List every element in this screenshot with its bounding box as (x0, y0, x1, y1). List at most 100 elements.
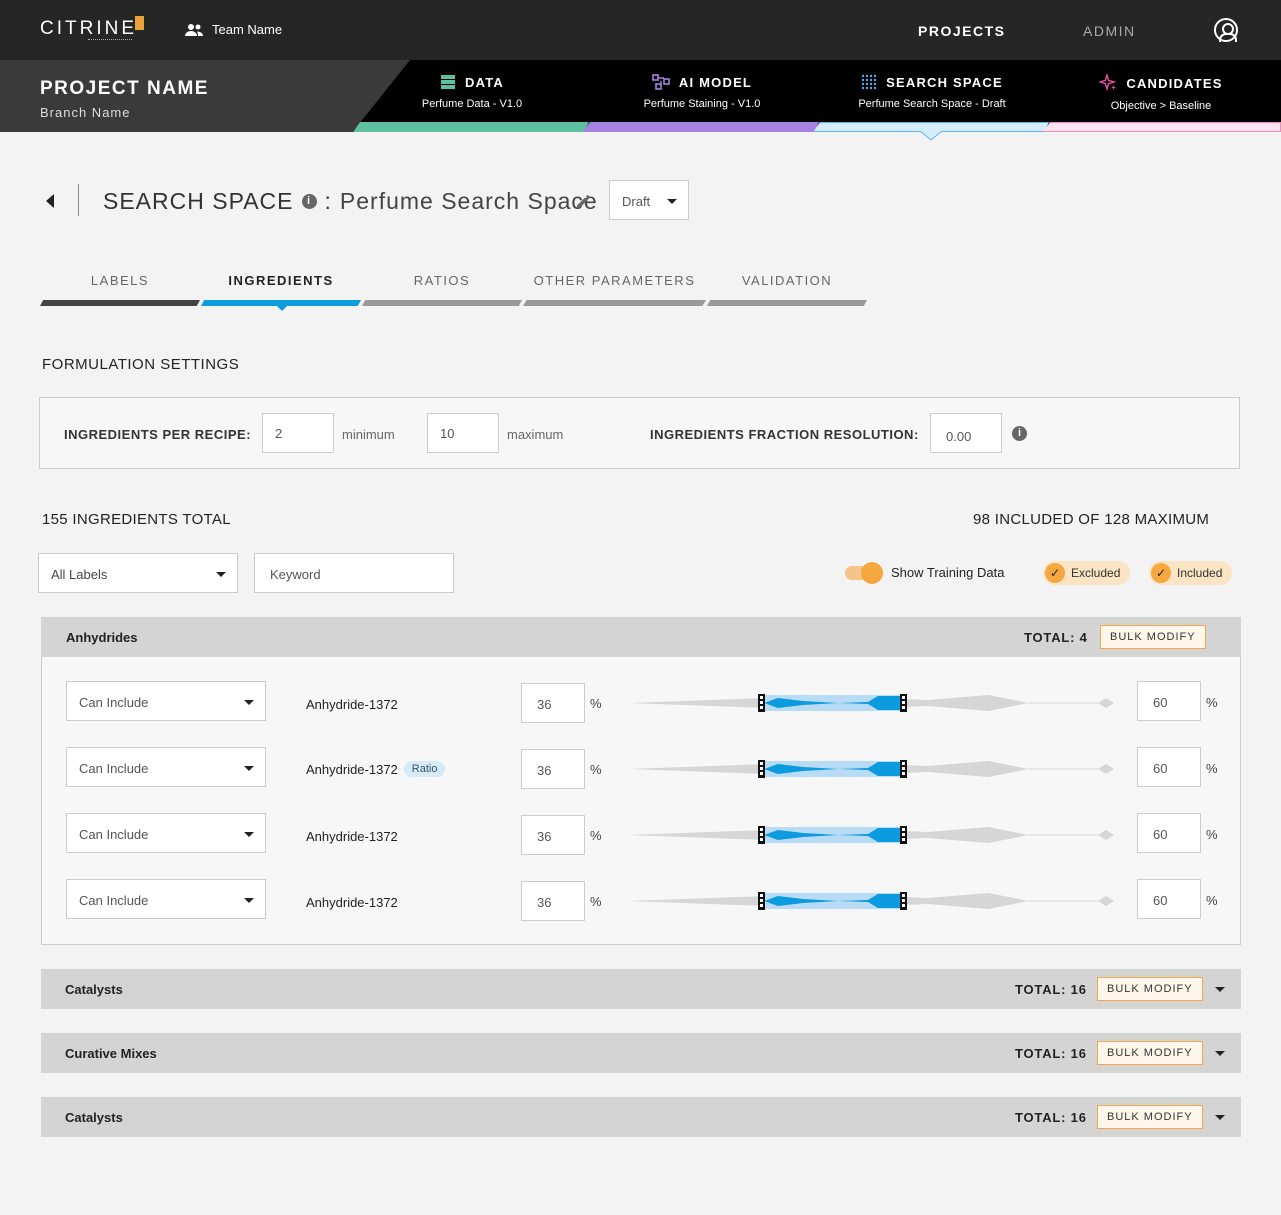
min-ingredients-input[interactable]: 2 (262, 413, 334, 453)
check-icon: ✓ (1045, 563, 1065, 583)
tab-ingredients[interactable]: INGREDIENTS (201, 273, 361, 288)
group-name: Catalysts (65, 982, 123, 997)
tab-underline-other-parameters (523, 300, 706, 306)
step-search-space[interactable]: SEARCH SPACE Perfume Search Space - Draf… (817, 74, 1047, 111)
group-header-anhydrides[interactable]: Anhydrides TOTAL: 4 BULK MODIFY (41, 617, 1241, 657)
chevron-down-icon[interactable] (1215, 987, 1225, 992)
page-title-name: Perfume Search Space (339, 188, 598, 214)
info-icon[interactable]: i (301, 194, 317, 209)
group-body-anhydrides: Can Include Anhydride-1372 36 % 60 % Can… (41, 657, 1241, 945)
included-label: Included (1177, 566, 1223, 580)
chevron-down-icon (244, 700, 254, 705)
formulation-settings-panel: INGREDIENTS PER RECIPE: 2 minimum 10 max… (39, 397, 1240, 469)
include-mode-value: Can Include (79, 827, 149, 842)
max-percent-input[interactable]: 60 (1137, 813, 1201, 853)
group-name: Anhydrides (66, 630, 138, 645)
min-percent-input[interactable]: 36 (521, 815, 585, 855)
include-mode-select[interactable]: Can Include (66, 747, 266, 787)
project-step-bar: PROJECT NAME Branch Name DATA Perfume Da… (0, 60, 1281, 132)
step-candidates[interactable]: CANDIDATES Objective > Baseline (1046, 74, 1276, 112)
range-slider[interactable] (628, 692, 1116, 714)
logo-tagline (88, 39, 132, 42)
percent-unit: % (1206, 827, 1218, 842)
bulk-modify-button[interactable]: BULK MODIFY (1097, 1041, 1203, 1065)
tab-labels[interactable]: LABELS (40, 273, 200, 288)
percent-unit: % (590, 762, 602, 777)
nav-admin[interactable]: ADMIN (1083, 23, 1136, 39)
group-header-catalysts-2[interactable]: Catalysts TOTAL: 16 BULK MODIFY (41, 1097, 1241, 1137)
back-icon[interactable] (46, 194, 54, 208)
excluded-legend-chip[interactable]: ✓ Excluded (1043, 561, 1131, 585)
chevron-down-icon (667, 199, 677, 204)
chevron-down-icon[interactable] (1215, 1051, 1225, 1056)
step-ai-model[interactable]: AI MODEL Perfume Staining - V1.0 (587, 74, 817, 110)
max-ingredients-input[interactable]: 10 (427, 413, 499, 453)
group-header-catalysts[interactable]: Catalysts TOTAL: 16 BULK MODIFY (41, 969, 1241, 1009)
status-select-value: Draft (622, 194, 651, 209)
labels-filter-select[interactable]: All Labels (38, 553, 238, 593)
group-header-curative-mixes[interactable]: Curative Mixes TOTAL: 16 BULK MODIFY (41, 1033, 1241, 1073)
ingredients-per-recipe-label: INGREDIENTS PER RECIPE: (64, 427, 252, 442)
bulk-modify-button[interactable]: BULK MODIFY (1097, 977, 1203, 1001)
nav-projects[interactable]: PROJECTS (918, 23, 1005, 39)
user-account-icon[interactable] (1214, 18, 1238, 42)
excluded-label: Excluded (1071, 566, 1121, 580)
data-icon (441, 75, 455, 89)
active-tab-pointer (276, 305, 288, 311)
included-count: 98 INCLUDED OF 128 MAXIMUM (973, 511, 1210, 528)
ingredient-name-text: Anhydride-1372 (306, 697, 398, 712)
min-percent-input[interactable]: 36 (521, 749, 585, 789)
max-percent-input[interactable]: 60 (1137, 879, 1201, 919)
tab-underline-ratios (362, 300, 522, 306)
include-mode-select[interactable]: Can Include (66, 813, 266, 853)
tab-underline-labels (40, 300, 200, 306)
min-percent-input[interactable]: 36 (521, 683, 585, 723)
show-training-data-toggle[interactable] (845, 562, 883, 584)
ai-model-icon (652, 74, 670, 90)
logo[interactable]: CITRINE (40, 18, 137, 40)
keyword-search-input[interactable]: Keyword (254, 553, 454, 593)
labels-filter-value: All Labels (51, 567, 108, 582)
info-icon[interactable]: i (1012, 426, 1027, 441)
included-legend-chip[interactable]: ✓ Included (1149, 561, 1233, 585)
chevron-down-icon[interactable] (1215, 1115, 1225, 1120)
percent-unit: % (590, 894, 602, 909)
percent-unit: % (1206, 761, 1218, 776)
fraction-resolution-value-wrap: 01 (946, 447, 986, 452)
step-subtitle: Perfume Staining - V1.0 (643, 98, 761, 110)
fraction-resolution-input[interactable]: 0.00 01 (930, 413, 1002, 453)
step-data[interactable]: DATA Perfume Data - V1.0 (357, 74, 587, 111)
step-bar-data (353, 122, 589, 132)
max-percent-input[interactable]: 60 (1137, 747, 1201, 787)
range-slider[interactable] (628, 824, 1116, 846)
include-mode-select[interactable]: Can Include (66, 879, 266, 919)
max-percent-input[interactable]: 60 (1137, 681, 1201, 721)
page-title-separator: : (324, 188, 332, 214)
fraction-resolution-value: 0.00 (946, 429, 972, 444)
team-switcher[interactable]: Team Name (184, 22, 282, 37)
branch-name[interactable]: Branch Name (40, 105, 130, 120)
status-select[interactable]: Draft (609, 180, 689, 220)
bulk-modify-button[interactable]: BULK MODIFY (1100, 625, 1206, 649)
min-percent-input[interactable]: 36 (521, 881, 585, 921)
step-title: SEARCH SPACE (886, 74, 1003, 90)
edit-pencil-icon[interactable] (575, 192, 593, 210)
chevron-down-icon (244, 766, 254, 771)
include-mode-select[interactable]: Can Include (66, 681, 266, 721)
range-slider[interactable] (628, 758, 1116, 780)
search-space-icon (861, 74, 877, 90)
project-name[interactable]: PROJECT NAME (40, 78, 209, 100)
ingredient-name: Anhydride-1372 (306, 895, 398, 910)
ingredient-name-text: Anhydride-1372 (306, 829, 398, 844)
percent-unit: % (1206, 893, 1218, 908)
range-slider[interactable] (628, 890, 1116, 912)
tab-ratios[interactable]: RATIOS (362, 273, 522, 288)
step-bar-candidates (1043, 122, 1281, 132)
tab-validation[interactable]: VALIDATION (707, 273, 867, 288)
active-step-pointer (920, 131, 942, 141)
percent-unit: % (590, 696, 602, 711)
tab-other-parameters[interactable]: OTHER PARAMETERS (523, 273, 706, 288)
fraction-resolution-label: INGREDIENTS FRACTION RESOLUTION: (650, 427, 919, 442)
page-title: SEARCH SPACE i : Perfume Search Space (103, 188, 598, 215)
bulk-modify-button[interactable]: BULK MODIFY (1097, 1105, 1203, 1129)
